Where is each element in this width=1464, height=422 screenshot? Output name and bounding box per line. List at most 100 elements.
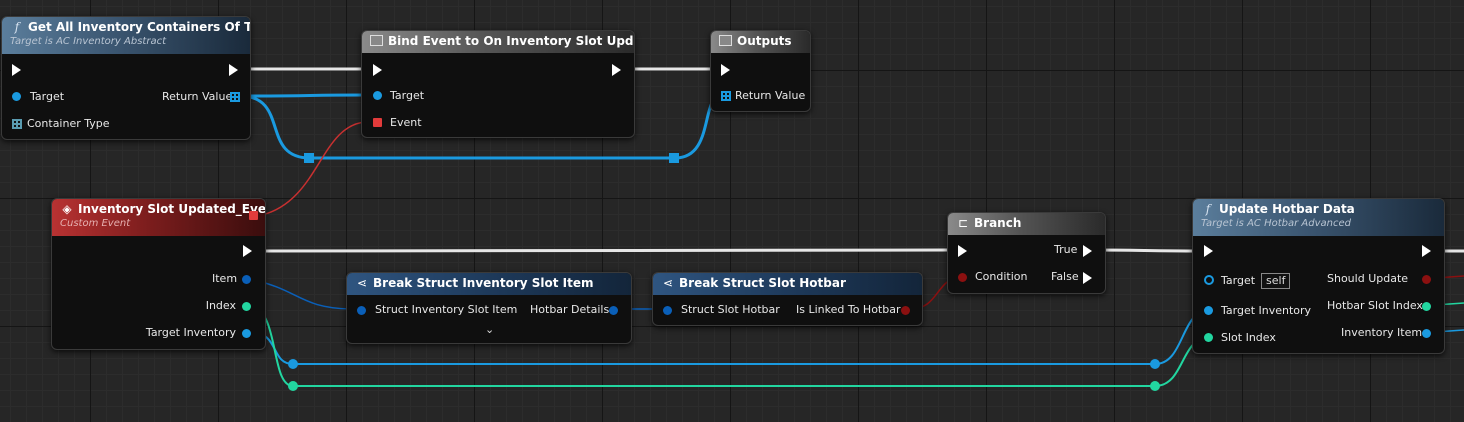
pin-label: Index bbox=[205, 299, 236, 312]
node-custom-event[interactable]: ◈ Inventory Slot Updated_Event Custom Eve… bbox=[51, 198, 266, 350]
pin-label: Struct Inventory Slot Item bbox=[375, 303, 518, 316]
node-get-all-inventory-containers[interactable]: f Get All Inventory Containers Of Type Ta… bbox=[1, 16, 251, 140]
pin-label: False bbox=[1051, 270, 1079, 283]
node-update-hotbar-data[interactable]: f Update Hotbar Data Target is AC Hotbar … bbox=[1192, 198, 1445, 354]
event-pin[interactable] bbox=[373, 118, 382, 127]
target-pin[interactable] bbox=[12, 92, 21, 101]
node-title: Bind Event to On Inventory Slot Updated bbox=[388, 34, 634, 48]
pin-label: Event bbox=[390, 116, 422, 129]
condition-pin[interactable] bbox=[958, 273, 967, 282]
target-inventory-pin[interactable] bbox=[242, 329, 251, 338]
break-struct-icon: ⋖ bbox=[356, 276, 368, 290]
node-header: ⋖ Break Struct Slot Hotbar bbox=[653, 273, 922, 295]
reroute-knot bbox=[1150, 359, 1160, 369]
pin-label: Struct Slot Hotbar bbox=[681, 303, 780, 316]
node-header: Outputs bbox=[711, 31, 810, 53]
node-header: Bind Event to On Inventory Slot Updated bbox=[362, 31, 634, 53]
exec-out-pin[interactable] bbox=[1422, 245, 1431, 257]
reroute-knot bbox=[304, 153, 314, 163]
target-pin[interactable] bbox=[1204, 275, 1214, 285]
reroute-knot bbox=[1150, 381, 1160, 391]
struct-in-pin[interactable] bbox=[357, 306, 366, 315]
pin-label: Should Update bbox=[1327, 272, 1409, 285]
hotbar-slot-index-pin[interactable] bbox=[1422, 302, 1431, 311]
pin-label: Inventory Item bbox=[1341, 326, 1423, 339]
node-title: Branch bbox=[974, 216, 1022, 230]
slot-index-pin[interactable] bbox=[1204, 333, 1213, 342]
struct-in-pin[interactable] bbox=[663, 306, 672, 315]
exec-in-pin[interactable] bbox=[1204, 245, 1213, 257]
inventory-item-pin[interactable] bbox=[1422, 329, 1431, 338]
pin-label: Target self bbox=[1221, 273, 1291, 289]
node-branch[interactable]: ⊏ Branch True Condition False bbox=[947, 212, 1106, 294]
node-break-struct-inventory-slot-item[interactable]: ⋖ Break Struct Inventory Slot Item Struct… bbox=[346, 272, 632, 344]
exec-true-pin[interactable] bbox=[1083, 245, 1092, 257]
node-title: Break Struct Slot Hotbar bbox=[679, 276, 846, 290]
exec-out-pin[interactable] bbox=[243, 245, 252, 257]
exec-in-pin[interactable] bbox=[373, 64, 382, 76]
pin-label: Is Linked To Hotbar bbox=[796, 303, 901, 316]
exec-false-pin[interactable] bbox=[1083, 272, 1092, 284]
function-icon: f bbox=[1205, 202, 1211, 216]
exec-out-pin[interactable] bbox=[612, 64, 621, 76]
is-linked-pin[interactable] bbox=[901, 306, 910, 315]
delegate-pin[interactable] bbox=[249, 211, 258, 220]
exec-in-pin[interactable] bbox=[721, 64, 730, 76]
exec-in-pin[interactable] bbox=[958, 245, 967, 257]
pin-label: Target bbox=[390, 89, 425, 102]
node-subtitle: Target is AC Hotbar Advanced bbox=[1201, 218, 1351, 229]
node-header: ⊏ Branch bbox=[948, 213, 1105, 235]
target-inventory-pin[interactable] bbox=[1204, 306, 1213, 315]
node-outputs[interactable]: Outputs Return Value bbox=[710, 30, 811, 112]
object-wire bbox=[239, 93, 367, 98]
node-subtitle: Custom Event bbox=[60, 218, 131, 229]
function-icon: f bbox=[14, 20, 20, 34]
pin-label: Slot Index bbox=[1221, 331, 1276, 344]
node-title: Break Struct Inventory Slot Item bbox=[373, 276, 594, 290]
node-title: Inventory Slot Updated_Event bbox=[78, 202, 265, 216]
self-field[interactable]: self bbox=[1261, 273, 1291, 289]
pin-label: Item bbox=[212, 272, 238, 285]
pin-label: Hotbar Details bbox=[530, 303, 610, 316]
array-pin[interactable] bbox=[12, 119, 22, 129]
pin-label: Container Type bbox=[27, 117, 110, 130]
node-bind-event[interactable]: Bind Event to On Inventory Slot Updated … bbox=[361, 30, 635, 138]
node-header: ⋖ Break Struct Inventory Slot Item bbox=[347, 273, 631, 295]
item-pin[interactable] bbox=[242, 275, 251, 284]
pin-label: True bbox=[1054, 243, 1078, 256]
array-pin[interactable] bbox=[721, 91, 731, 101]
node-header: ◈ Inventory Slot Updated_Event Custom Eve… bbox=[52, 199, 265, 236]
reroute-knot bbox=[288, 381, 298, 391]
hotbar-details-pin[interactable] bbox=[609, 306, 618, 315]
pin-label: Return Value bbox=[162, 90, 233, 103]
node-title: Outputs bbox=[737, 34, 792, 48]
node-header: f Update Hotbar Data Target is AC Hotbar … bbox=[1193, 199, 1444, 236]
node-break-struct-slot-hotbar[interactable]: ⋖ Break Struct Slot Hotbar Struct Slot Ho… bbox=[652, 272, 923, 326]
box-icon bbox=[370, 35, 383, 46]
reroute-knot bbox=[288, 359, 298, 369]
pin-label: Target Inventory bbox=[145, 326, 236, 339]
pin-label: Condition bbox=[975, 270, 1028, 283]
node-title: Update Hotbar Data bbox=[1219, 202, 1355, 216]
node-header: f Get All Inventory Containers Of Type Ta… bbox=[2, 17, 250, 54]
node-subtitle: Target is AC Inventory Abstract bbox=[10, 36, 166, 47]
break-struct-icon: ⋖ bbox=[662, 276, 674, 290]
node-title: Get All Inventory Containers Of Type bbox=[28, 20, 250, 34]
exec-out-pin[interactable] bbox=[229, 64, 238, 76]
target-pin[interactable] bbox=[373, 91, 382, 100]
event-diamond-icon: ◈ bbox=[62, 202, 72, 216]
array-pin[interactable] bbox=[230, 92, 240, 102]
pin-label: Return Value bbox=[735, 89, 806, 102]
pin-label: Target Inventory bbox=[1221, 304, 1312, 317]
should-update-pin[interactable] bbox=[1422, 275, 1431, 284]
target-label: Target bbox=[1221, 274, 1256, 287]
box-icon bbox=[719, 35, 732, 46]
chevron-down-icon[interactable]: ⌄ bbox=[485, 323, 494, 336]
index-pin[interactable] bbox=[242, 302, 251, 311]
exec-wire bbox=[251, 247, 951, 253]
reroute-knot bbox=[669, 153, 679, 163]
exec-in-pin[interactable] bbox=[12, 64, 21, 76]
pin-label: Target bbox=[30, 90, 65, 103]
exec-wire bbox=[1091, 248, 1201, 253]
pin-label: Hotbar Slot Index bbox=[1327, 299, 1423, 312]
